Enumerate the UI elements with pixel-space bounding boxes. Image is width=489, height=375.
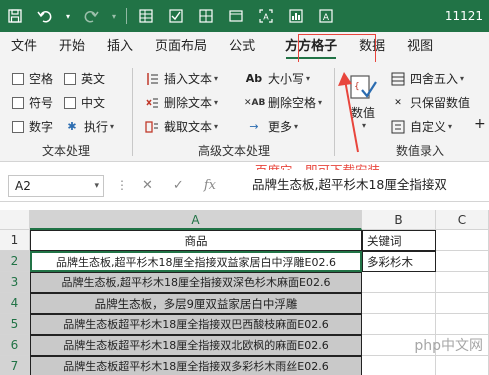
select-all-corner[interactable] — [0, 210, 30, 230]
cell-c1[interactable] — [436, 230, 489, 251]
cancel-icon[interactable]: ✕ — [142, 178, 153, 193]
cell-a2[interactable]: 品牌生态板,超平杉木18厘全指接双益家居白中浮雕E02.6 — [30, 251, 362, 272]
cell-a5[interactable]: 品牌生态板超平杉木18厘全指接双巴西酸枝麻面E02.6 — [30, 314, 362, 335]
cell-a1[interactable]: 商品 — [30, 230, 362, 251]
formula-bar: A2 ▾ ⋮ ✕ ✓ fx 品牌生态板,超平杉木18厘全指接双 — [0, 170, 489, 202]
cell-b4[interactable] — [362, 293, 436, 314]
row-header[interactable]: 7 — [0, 356, 30, 375]
formula-input[interactable]: 品牌生态板,超平杉木18厘全指接双 — [248, 175, 489, 197]
cell-b5[interactable] — [362, 314, 436, 335]
cell-b1[interactable]: 关键词 — [362, 230, 436, 251]
cell-c7[interactable] — [436, 356, 489, 375]
watermark: php中文网 — [414, 338, 483, 354]
cell-b7[interactable] — [362, 356, 436, 375]
cell-b3[interactable] — [362, 272, 436, 293]
cell-a4[interactable]: 品牌生态板，多层9厘双益家居白中浮雕 — [30, 293, 362, 314]
enter-icon[interactable]: ✓ — [173, 178, 184, 193]
row-header[interactable]: 1 — [0, 230, 30, 251]
row-header[interactable]: 4 — [0, 293, 30, 314]
row-header[interactable]: 5 — [0, 314, 30, 335]
chevron-down-icon: ▾ — [94, 181, 99, 191]
cell-c3[interactable] — [436, 272, 489, 293]
column-header-c[interactable]: C — [436, 210, 489, 230]
cell-a6[interactable]: 品牌生态板超平杉木18厘全指接双北欧枫的麻面E02.6 — [30, 335, 362, 356]
cell-c5[interactable] — [436, 314, 489, 335]
column-header-a[interactable]: A — [30, 210, 362, 230]
more-dots-icon: ⋮ — [116, 178, 128, 192]
cell-b2[interactable]: 多彩杉木 — [362, 251, 436, 272]
function-icon[interactable]: fx — [204, 178, 216, 193]
cell-c4[interactable] — [436, 293, 489, 314]
column-header-b[interactable]: B — [362, 210, 436, 230]
cell-a3[interactable]: 品牌生态板,超平杉木18厘全指接双深色杉木麻面E02.6 — [30, 272, 362, 293]
row-header[interactable]: 6 — [0, 335, 30, 356]
row-header[interactable]: 3 — [0, 272, 30, 293]
name-box[interactable]: A2 ▾ — [8, 175, 104, 197]
cell-c2[interactable] — [436, 251, 489, 272]
name-box-value: A2 — [15, 179, 31, 193]
row-header[interactable]: 2 — [0, 251, 30, 272]
cell-a7[interactable]: 品牌生态板超平杉木18厘全指接双多彩杉木雨丝E02.6 — [30, 356, 362, 375]
